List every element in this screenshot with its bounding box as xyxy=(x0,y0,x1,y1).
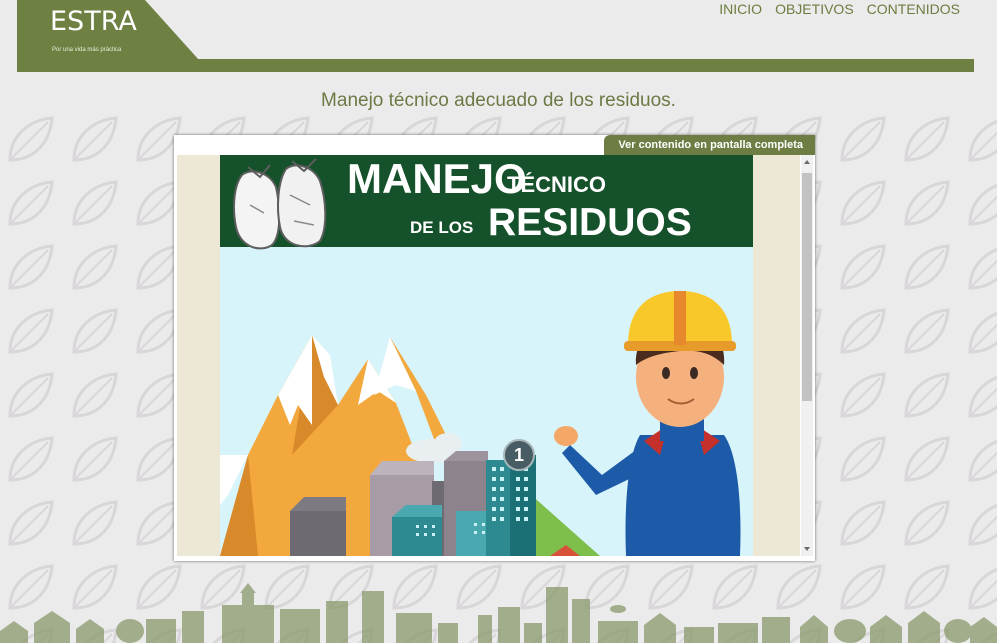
logo-tagline: Por una vida más práctica xyxy=(52,47,122,53)
fullscreen-button[interactable]: Ver contenido en pantalla completa xyxy=(604,135,815,155)
scroll-up-arrow-icon[interactable] xyxy=(804,160,810,164)
slide-title-residuos: RESIDUOS xyxy=(488,201,692,244)
nav-objetivos[interactable]: OBJETIVOS xyxy=(775,1,854,17)
slide-title-tecnico: TÉCNICO xyxy=(507,172,606,197)
embedded-content-frame: Ver contenido en pantalla completa MANEJ… xyxy=(174,135,815,561)
worker-illustration xyxy=(554,291,741,556)
city-skyline-footer xyxy=(0,583,997,643)
scroll-down-arrow-icon[interactable] xyxy=(804,547,810,551)
number-badge[interactable]: 1 xyxy=(503,439,535,471)
embed-viewport[interactable]: MANEJO TÉCNICO DE LOS RESIDUOS 1 xyxy=(177,155,800,556)
logo-text[interactable]: ESTRA xyxy=(50,6,137,37)
nav-contenidos[interactable]: CONTENIDOS xyxy=(867,1,960,17)
header-bar xyxy=(17,59,974,72)
scroll-thumb[interactable] xyxy=(802,173,812,401)
slide-title-manejo: MANEJO xyxy=(347,155,527,202)
nav-inicio[interactable]: INICIO xyxy=(719,1,762,17)
main-nav: INICIO OBJETIVOS CONTENIDOS xyxy=(719,1,960,17)
slide: MANEJO TÉCNICO DE LOS RESIDUOS 1 xyxy=(220,155,753,556)
slide-title-de-los: DE LOS xyxy=(410,218,474,237)
vertical-scrollbar[interactable] xyxy=(801,155,813,556)
page-title: Manejo técnico adecuado de los residuos. xyxy=(321,90,676,111)
site-header: ESTRA Por una vida más práctica INICIO O… xyxy=(17,0,974,72)
